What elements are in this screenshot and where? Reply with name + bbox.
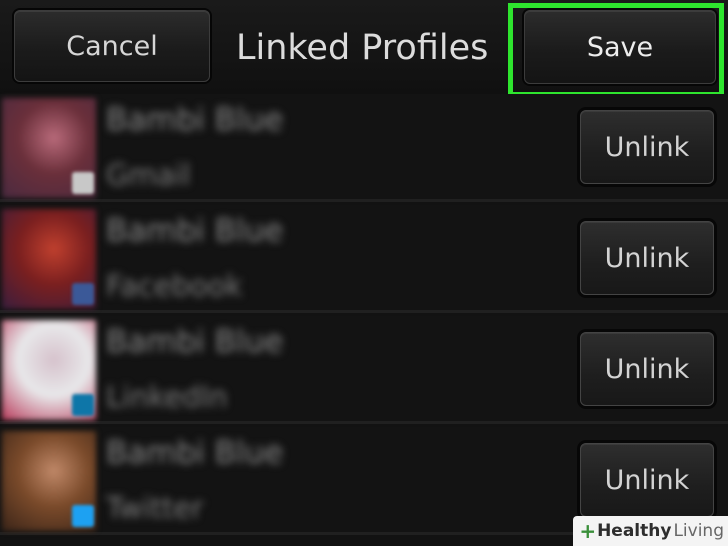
service-name: Facebook — [106, 269, 243, 303]
facebook-icon — [72, 283, 94, 305]
cancel-button[interactable]: Cancel — [14, 10, 210, 82]
profile-row: Bambi Blue LinkedIn Unlink — [0, 316, 728, 424]
contact-name: Bambi Blue — [106, 213, 284, 249]
top-bar: Cancel Linked Profiles Save — [0, 0, 728, 97]
save-button[interactable]: Save — [524, 10, 716, 84]
service-name: Gmail — [106, 158, 191, 192]
service-name: LinkedIn — [106, 380, 228, 414]
linkedin-icon — [72, 394, 94, 416]
plus-logo-icon: + — [579, 519, 597, 543]
linked-profiles-screen: Cancel Linked Profiles Save Bambi Blue G… — [0, 0, 728, 546]
contact-name: Bambi Blue — [106, 435, 284, 471]
contact-name: Bambi Blue — [106, 324, 284, 360]
service-name: Twitter — [106, 491, 204, 525]
unlink-button[interactable]: Unlink — [580, 332, 714, 406]
unlink-button[interactable]: Unlink — [580, 110, 714, 184]
twitter-icon — [72, 505, 94, 527]
page-title: Linked Profiles — [236, 28, 489, 68]
watermark-brand-bold: Healthy — [597, 521, 672, 541]
profile-row: Bambi Blue Gmail Unlink — [0, 94, 728, 202]
profile-row: Bambi Blue Facebook Unlink — [0, 205, 728, 313]
healthy-living-watermark: + Healthy Living — [573, 516, 728, 546]
contact-name: Bambi Blue — [106, 102, 284, 138]
watermark-brand-light: Living — [673, 521, 724, 541]
gmail-icon — [72, 172, 94, 194]
unlink-button[interactable]: Unlink — [580, 221, 714, 295]
unlink-button[interactable]: Unlink — [580, 443, 714, 517]
